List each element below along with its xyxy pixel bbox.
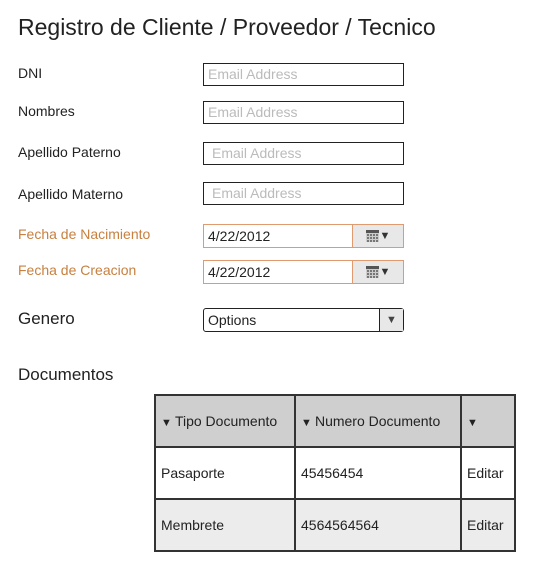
table-header-row: ▼ Tipo Documento ▼ Numero Documento ▼ [154, 394, 516, 448]
fecha-creacion-value[interactable]: 4/22/2012 [204, 261, 352, 283]
editar-link[interactable]: Editar [460, 498, 516, 552]
sort-arrow-icon: ▼ [161, 417, 175, 429]
dropdown-arrow-icon[interactable]: ▼ [379, 309, 403, 331]
calendar-icon [365, 266, 379, 278]
fecha-nacimiento-label: Fecha de Nacimiento [18, 226, 151, 242]
column-header-tipo[interactable]: ▼ Tipo Documento [154, 394, 296, 448]
dropdown-arrow-icon: ▼ [379, 230, 391, 242]
dni-input[interactable]: Email Address [203, 63, 404, 86]
numero-cell: 45456454 [294, 446, 462, 500]
column-header-actions[interactable]: ▼ [460, 394, 516, 448]
genero-label: Genero [18, 309, 75, 328]
apellido-materno-label: Apellido Materno [18, 186, 124, 202]
numero-cell: 4564564564 [294, 498, 462, 552]
nombres-input[interactable]: Email Address [203, 101, 404, 124]
dni-label: DNI [18, 65, 43, 81]
tipo-cell: Membrete [154, 498, 296, 552]
calendar-button[interactable]: ▼ [352, 225, 403, 247]
calendar-icon [365, 230, 379, 242]
table-row: Pasaporte 45456454 Editar [154, 446, 516, 500]
dropdown-arrow-icon: ▼ [379, 266, 391, 278]
nombres-label: Nombres [18, 103, 75, 119]
documentos-label: Documentos [18, 365, 114, 384]
apellido-paterno-label: Apellido Paterno [18, 144, 121, 160]
sort-arrow-icon: ▼ [301, 417, 315, 429]
column-header-numero[interactable]: ▼ Numero Documento [294, 394, 462, 448]
sort-arrow-icon: ▼ [467, 417, 478, 429]
fecha-nacimiento-value[interactable]: 4/22/2012 [204, 225, 352, 247]
apellido-paterno-input[interactable]: Email Address [203, 142, 404, 165]
calendar-button[interactable]: ▼ [352, 261, 403, 283]
fecha-nacimiento-picker[interactable]: 4/22/2012 ▼ [203, 224, 404, 248]
fecha-creacion-picker[interactable]: 4/22/2012 ▼ [203, 260, 404, 284]
editar-link[interactable]: Editar [460, 446, 516, 500]
page-title: Registro de Cliente / Proveedor / Tecnic… [18, 14, 436, 40]
genero-value: Options [208, 312, 257, 328]
documentos-table: ▼ Tipo Documento ▼ Numero Documento ▼ Pa… [154, 394, 516, 552]
tipo-cell: Pasaporte [154, 446, 296, 500]
genero-select[interactable]: Options ▼ [203, 308, 404, 332]
fecha-creacion-label: Fecha de Creacion [18, 262, 137, 278]
apellido-materno-input[interactable]: Email Address [203, 182, 404, 205]
table-row: Membrete 4564564564 Editar [154, 498, 516, 552]
